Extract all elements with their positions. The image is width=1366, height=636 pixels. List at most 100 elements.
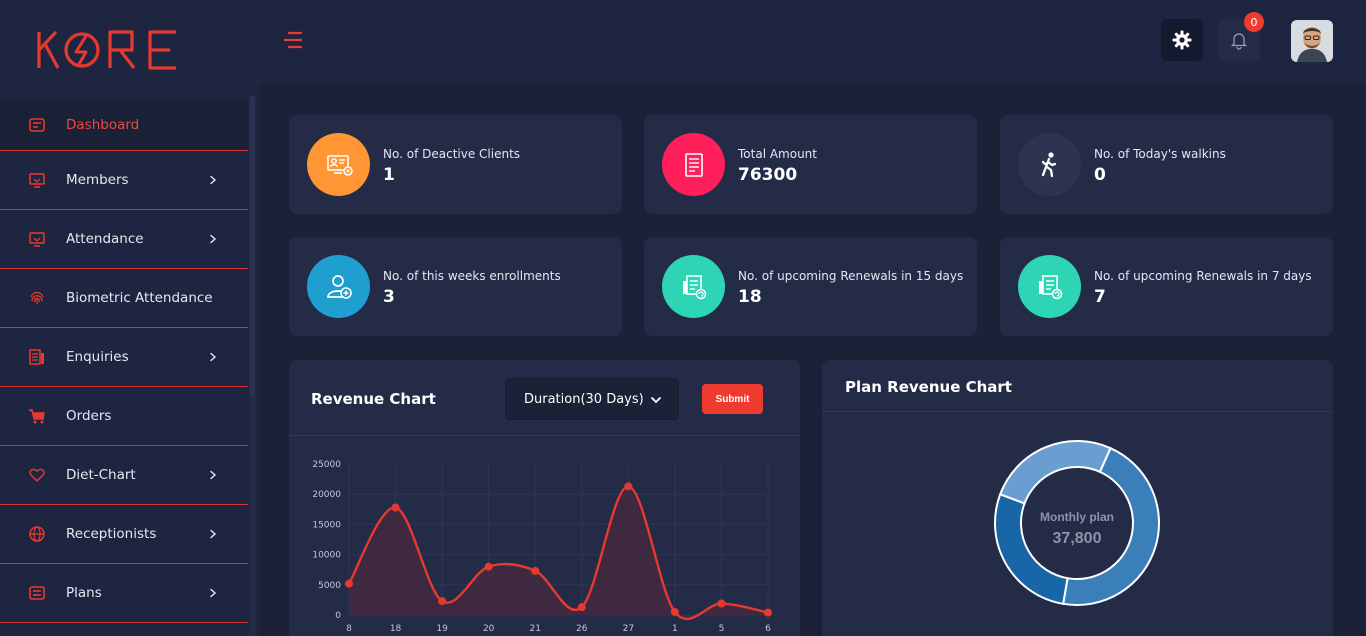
duration-select-value: Duration(30 Days) — [524, 391, 644, 407]
data-point — [624, 482, 633, 491]
stat-value: 0 — [1094, 165, 1106, 185]
duration-select[interactable]: Duration(30 Days) — [505, 378, 679, 420]
bell-icon — [1230, 33, 1248, 50]
chevron-right-icon — [210, 470, 217, 480]
enquiry-icon — [28, 348, 46, 366]
x-tick-label: 6 — [765, 624, 771, 634]
stat-card[interactable]: No. of Today's walkins 0 — [1000, 115, 1333, 214]
data-point — [577, 603, 586, 612]
sidebar-item-label: Dashboard — [66, 116, 140, 133]
stat-label: No. of upcoming Renewals in 7 days — [1094, 269, 1312, 283]
sidebar-scrollbar-thumb[interactable] — [250, 96, 255, 396]
topbar: 0 — [259, 0, 1366, 84]
revenue-chart-title: Revenue Chart — [311, 390, 436, 408]
menu-toggle-icon[interactable] — [283, 30, 303, 50]
plan-donut-chart: Monthly plan 37,800 — [994, 440, 1160, 606]
revenue-area-fill — [349, 486, 768, 619]
sidebar-item-label: Receptionists — [66, 526, 157, 542]
x-tick-label: 21 — [529, 624, 540, 634]
y-tick-label: 0 — [335, 611, 341, 621]
plans-icon — [28, 584, 46, 602]
data-point — [345, 579, 353, 588]
fingerprint-icon — [28, 289, 46, 307]
sidebar-item-biometric-attendance[interactable]: Biometric Attendance — [0, 269, 248, 328]
revenue-panel-divider — [289, 435, 800, 436]
x-tick-label: 8 — [346, 624, 352, 634]
notification-count-badge: 0 — [1244, 12, 1264, 32]
x-tick-label: 19 — [436, 624, 448, 634]
sidebar-item-label: Enquiries — [66, 349, 129, 365]
data-point — [531, 566, 540, 575]
chevron-right-icon — [210, 175, 217, 185]
globe-icon — [28, 525, 46, 543]
settings-button[interactable] — [1161, 19, 1203, 61]
walking-icon — [1018, 133, 1081, 196]
plan-revenue-panel: Plan Revenue Chart Monthly plan 37,800 — [822, 360, 1333, 636]
logo-area — [0, 0, 259, 99]
y-tick-label: 15000 — [312, 520, 341, 530]
revenue-line-chart: 25000 20000 15000 10000 5000 08 18 19 20 21 26 27 1 5… — [312, 460, 772, 634]
sidebar-item-receptionists[interactable]: Receptionists — [0, 505, 248, 564]
submit-button[interactable]: Submit — [702, 384, 763, 414]
stat-label: No. of this weeks enrollments — [383, 269, 561, 283]
stat-value: 18 — [738, 287, 762, 307]
revenue-chart-panel: Revenue Chart Duration(30 Days) Submit 2… — [289, 360, 800, 636]
user-avatar[interactable] — [1291, 20, 1333, 62]
chevron-right-icon — [210, 234, 217, 244]
y-tick-label: 10000 — [312, 551, 341, 561]
sidebar-item-members[interactable]: Members — [0, 151, 248, 210]
sidebar-item-label: Orders — [66, 408, 112, 424]
sidebar-nav: Dashboard Members Attendance Biometric Atte… — [0, 99, 248, 623]
sidebar-item-attendance[interactable]: Attendance — [0, 210, 248, 269]
stat-card[interactable]: No. of upcoming Renewals in 15 days 18 — [644, 237, 977, 336]
data-point — [717, 599, 726, 608]
donut-center-label: Monthly plan — [1040, 510, 1114, 524]
sidebar-item-plans[interactable]: Plans — [0, 564, 248, 623]
renewal-icon — [662, 255, 725, 318]
stat-label: No. of Today's walkins — [1094, 147, 1226, 161]
x-tick-label: 1 — [672, 624, 678, 634]
dashboard-icon — [28, 116, 46, 134]
stat-card[interactable]: No. of upcoming Renewals in 7 days 7 — [1000, 237, 1333, 336]
stat-card[interactable]: No. of Deactive Clients 1 — [289, 115, 622, 214]
sidebar-item-dashboard[interactable]: Dashboard — [0, 99, 248, 151]
stat-label: No. of Deactive Clients — [383, 147, 521, 161]
stat-card[interactable]: No. of this weeks enrollments 3 — [289, 237, 622, 336]
y-tick-label: 5000 — [318, 581, 341, 591]
stat-value: 1 — [383, 165, 395, 185]
x-tick-label: 5 — [719, 624, 725, 634]
notifications-button[interactable]: 0 — [1218, 12, 1264, 61]
stat-value: 7 — [1094, 287, 1106, 307]
stat-label: No. of upcoming Renewals in 15 days — [738, 269, 964, 283]
chevron-right-icon — [210, 529, 217, 539]
plan-panel-divider — [822, 411, 1333, 412]
x-tick-label: 18 — [390, 624, 402, 634]
data-point — [484, 562, 493, 571]
plan-revenue-title: Plan Revenue Chart — [845, 378, 1012, 396]
x-tick-label: 20 — [483, 624, 495, 634]
data-point — [764, 608, 772, 617]
sidebar-item-orders[interactable]: Orders — [0, 387, 248, 446]
cart-icon — [28, 407, 46, 425]
sidebar-item-diet-chart[interactable]: Diet-Chart — [0, 446, 248, 505]
sidebar-item-label: Members — [66, 172, 129, 188]
invoice-icon — [662, 133, 725, 196]
donut-center-value: 37,800 — [1053, 530, 1102, 547]
y-tick-label: 25000 — [312, 460, 341, 470]
gear-icon — [1172, 30, 1192, 50]
stat-label: Total Amount — [738, 147, 817, 161]
x-tick-label: 26 — [576, 624, 588, 634]
sidebar-item-enquiries[interactable]: Enquiries — [0, 328, 248, 387]
data-point — [670, 607, 679, 616]
stat-value: 3 — [383, 287, 395, 307]
donut-slice — [1062, 446, 1160, 606]
sidebar-item-label: Diet-Chart — [66, 467, 136, 483]
data-point — [391, 503, 400, 512]
heart-icon — [28, 466, 46, 484]
add-user-icon — [307, 255, 370, 318]
stat-card[interactable]: Total Amount 76300 — [644, 115, 977, 214]
sidebar-item-label: Attendance — [66, 231, 144, 247]
chevron-down-icon — [651, 397, 661, 404]
kore-logo[interactable] — [36, 28, 184, 72]
y-tick-label: 20000 — [312, 490, 341, 500]
